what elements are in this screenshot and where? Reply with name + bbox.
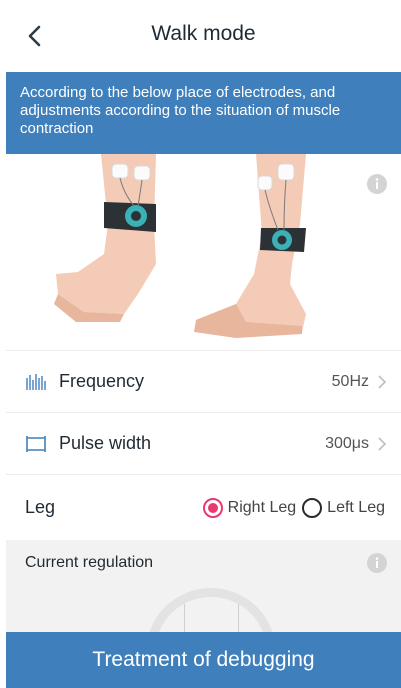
pulse-width-icon: [25, 433, 47, 455]
leg-label: Leg: [25, 497, 56, 517]
legs-with-electrodes-image: [54, 154, 306, 338]
info-icon[interactable]: [367, 553, 387, 573]
radio-selected-icon: [202, 497, 223, 518]
chevron-right-icon: [378, 374, 387, 389]
frequency-bars-icon: [25, 371, 47, 393]
page-title: Walk mode: [151, 22, 256, 45]
left-leg-label: Left Leg: [327, 498, 385, 516]
frequency-label: Frequency: [59, 371, 145, 391]
leg-selection-row: Leg Right Leg Left Leg: [6, 474, 401, 540]
right-leg-label: Right Leg: [227, 498, 297, 516]
chevron-right-icon: [378, 436, 387, 451]
app-header: Walk mode: [6, 0, 401, 72]
instruction-banner: According to the below place of electrod…: [6, 72, 401, 154]
radio-unselected-icon: [302, 497, 323, 518]
frequency-row[interactable]: Frequency 50Hz: [6, 350, 401, 412]
pulse-width-row[interactable]: Pulse width 300μs: [6, 412, 401, 474]
frequency-value: 50Hz: [331, 372, 369, 390]
pulse-width-value: 300μs: [325, 434, 369, 452]
pulse-width-label: Pulse width: [59, 433, 152, 453]
electrode-placement-illustration: [6, 154, 401, 350]
treatment-debugging-button[interactable]: Treatment of debugging: [6, 632, 401, 688]
current-regulation-title: Current regulation: [25, 554, 154, 571]
left-leg-radio[interactable]: Left Leg: [302, 497, 385, 518]
right-leg-radio[interactable]: Right Leg: [202, 497, 297, 518]
info-icon[interactable]: [367, 174, 387, 194]
